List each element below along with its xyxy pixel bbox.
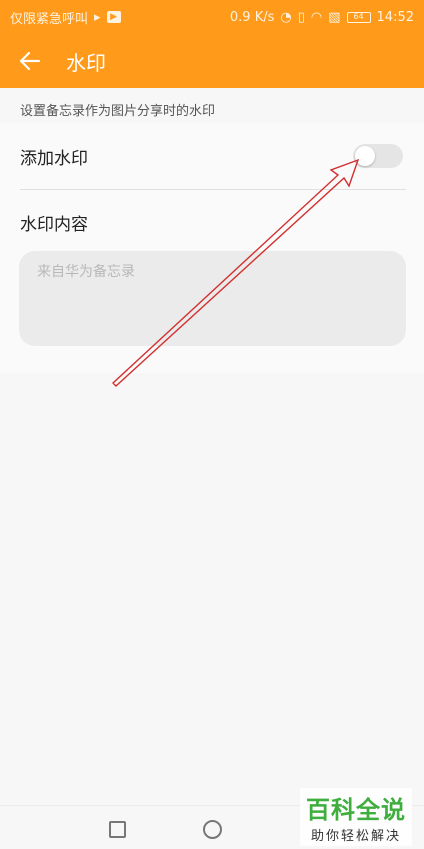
toggle-knob: [355, 146, 375, 166]
site-watermark-subtitle: 助你轻松解决: [310, 829, 401, 844]
clock: 14:52: [376, 9, 414, 25]
notification-icon: ▶: [106, 11, 121, 23]
network-speed: 0.9 K/s: [229, 9, 275, 25]
recent-apps-button[interactable]: [109, 821, 126, 838]
add-watermark-toggle[interactable]: [353, 144, 403, 168]
arrow-left-icon: [19, 51, 41, 71]
back-button[interactable]: [0, 34, 60, 88]
site-watermark: 百科全说 助你轻松解决: [300, 788, 412, 846]
wifi-icon: ◠: [310, 9, 323, 25]
play-icon: ▸: [94, 9, 101, 25]
add-watermark-label: 添加水印: [20, 148, 88, 169]
watermark-content-input[interactable]: [19, 251, 406, 346]
battery-icon: 64: [346, 11, 371, 23]
status-bar: 仅限紧急呼叫 ▸ ▶ 0.9 K/s ◔ ▯ ◠ ▧ 64 14:52: [0, 0, 424, 34]
app-bar: 水印: [0, 34, 424, 88]
battery-level: 64: [353, 11, 364, 21]
section-hint: 设置备忘录作为图片分享时的水印: [20, 104, 216, 119]
site-watermark-title: 百科全说: [306, 796, 406, 824]
watermark-content-label: 水印内容: [20, 215, 88, 235]
home-button[interactable]: [203, 820, 222, 839]
page-title: 水印: [66, 50, 106, 75]
alarm-icon: ◔: [280, 9, 292, 25]
no-sim-icon: ▧: [328, 9, 341, 25]
vibrate-icon: ▯: [297, 9, 305, 25]
settings-card: 添加水印 水印内容: [0, 123, 424, 373]
carrier-status-text: 仅限紧急呼叫: [10, 11, 89, 27]
divider: [20, 189, 406, 190]
